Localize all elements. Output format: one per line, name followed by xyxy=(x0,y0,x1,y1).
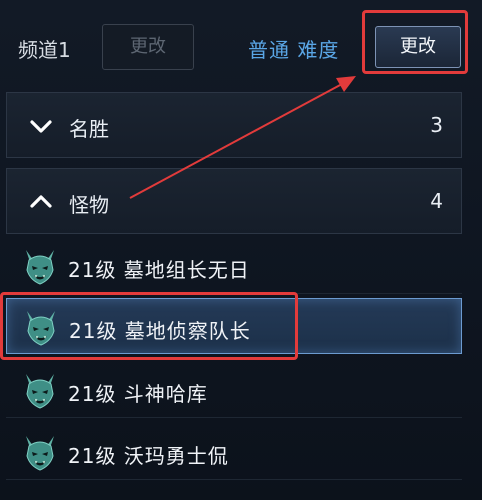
chevron-up-icon xyxy=(30,195,52,208)
selected-item-highlight xyxy=(0,292,298,360)
demon-head-icon xyxy=(25,435,55,471)
chevron-down-icon xyxy=(30,120,52,133)
monster-label: 21级 墓地组长无日 xyxy=(68,258,250,282)
section-label: 名胜 xyxy=(69,117,109,141)
section-count: 4 xyxy=(430,189,443,213)
section-count: 3 xyxy=(430,113,443,137)
top-bar: 频道1 更改 普通 难度 更改 xyxy=(0,0,482,86)
section-landmarks[interactable]: 名胜 3 xyxy=(6,92,462,158)
section-label: 怪物 xyxy=(69,193,109,217)
monster-item[interactable]: 21级 墓地组长无日 xyxy=(6,238,462,294)
monster-label: 21级 斗神哈库 xyxy=(68,382,208,406)
channel-change-button[interactable]: 更改 xyxy=(102,24,194,70)
demon-head-icon xyxy=(25,249,55,285)
monster-item[interactable]: 21级 沃玛勇士侃 xyxy=(6,424,462,480)
section-monsters[interactable]: 怪物 4 xyxy=(6,168,462,234)
difficulty-change-button[interactable]: 更改 xyxy=(375,26,461,68)
monster-label: 21级 沃玛勇士侃 xyxy=(68,444,229,468)
channel-label: 频道1 xyxy=(18,38,71,62)
demon-head-icon xyxy=(25,373,55,409)
monster-item[interactable]: 21级 斗神哈库 xyxy=(6,362,462,418)
difficulty-label: 普通 难度 xyxy=(248,38,340,62)
